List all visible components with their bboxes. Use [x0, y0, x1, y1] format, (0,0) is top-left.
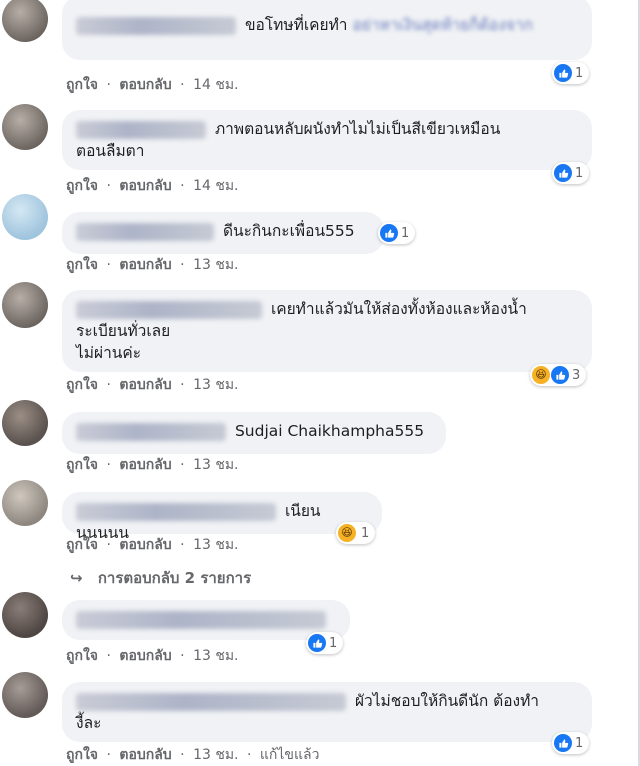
timestamp[interactable]: 13 ชม. [193, 457, 238, 473]
like-link[interactable]: ถูกใจ [66, 257, 98, 273]
reaction-count[interactable]: 😆 1 [336, 522, 376, 544]
comment-text-line2: ระเบียนทั่วเลย [76, 322, 171, 340]
blurred-username [76, 692, 346, 711]
like-link[interactable]: ถูกใจ [66, 537, 98, 553]
reply-link[interactable]: ตอบกลับ [119, 457, 171, 473]
timestamp[interactable]: 13 ชม. [193, 257, 238, 273]
avatar[interactable] [2, 104, 48, 150]
reply-link[interactable]: ตอบกลับ [119, 377, 171, 393]
reply-link[interactable]: ตอบกลับ [119, 747, 171, 763]
blurred-username [76, 120, 206, 139]
comment-text: ขอโทษที่เคยทำ [244, 16, 348, 34]
reply-arrow-icon: ↪ [70, 569, 83, 587]
comment-meta: ถูกใจ · ตอบกลับ · 13 ชม. [66, 648, 239, 664]
like-icon [554, 734, 572, 752]
like-icon [308, 634, 326, 652]
comment-bubble [62, 600, 350, 640]
reply-link[interactable]: ตอบกลับ [119, 648, 171, 664]
blurred-username [76, 610, 326, 629]
comment-text-line2: ตอนลืมตา [76, 142, 145, 160]
avatar[interactable] [2, 672, 48, 718]
comment-bubble: เนียนนนนนน [62, 492, 382, 542]
timestamp[interactable]: 14 ชม. [193, 178, 238, 194]
blurred-username [76, 300, 262, 319]
edited-label: แก้ไขแล้ว [259, 747, 320, 763]
reply-link[interactable]: ตอบกลับ [119, 77, 171, 93]
view-replies-link[interactable]: ↪ การตอบกลับ 2 รายการ [70, 566, 251, 590]
comment-meta: ถูกใจ · ตอบกลับ · 13 ชม. [66, 257, 239, 273]
like-link[interactable]: ถูกใจ [66, 377, 98, 393]
comment-text-line3: ไม่ผ่านค่ะ [76, 344, 142, 362]
comment-text: ผัวไม่ชอบให้กินดีนัก ต้องทำ [354, 692, 540, 710]
reply-link[interactable]: ตอบกลับ [119, 537, 171, 553]
comment-meta: ถูกใจ · ตอบกลับ · 14 ชม. [66, 77, 239, 93]
blurred-username [76, 222, 214, 241]
like-icon [380, 224, 398, 242]
timestamp[interactable]: 13 ชม. [193, 537, 238, 553]
comment-text: ดีนะกินกะเพื่อน555 [222, 222, 355, 240]
like-icon [554, 64, 572, 82]
like-link[interactable]: ถูกใจ [66, 747, 98, 763]
timestamp[interactable]: 14 ชม. [193, 77, 238, 93]
blurred-username [76, 422, 226, 441]
avatar[interactable] [2, 400, 48, 446]
avatar[interactable] [2, 194, 48, 240]
avatar[interactable] [2, 592, 48, 638]
comment-text-tail: อย่าหาเงินสุดท้ายก็ต้องจาก [352, 16, 533, 34]
comment-text: ภาพตอนหลับผนังทำไมไม่เป็นสีเขียวเหมือน [214, 120, 501, 138]
comment-meta: ถูกใจ · ตอบกลับ · 14 ชม. [66, 178, 239, 194]
avatar[interactable] [2, 282, 48, 328]
reaction-count[interactable]: 1 [552, 162, 590, 184]
comment-panel: ขอโทษที่เคยทำ อย่าหาเงินสุดท้ายก็ต้องจาก… [0, 0, 640, 766]
reaction-count[interactable]: 1 [378, 222, 416, 244]
reply-link[interactable]: ตอบกลับ [119, 178, 171, 194]
blurred-username [76, 16, 236, 35]
like-link[interactable]: ถูกใจ [66, 77, 98, 93]
reaction-count[interactable]: 😆 3 [530, 364, 587, 386]
reply-link[interactable]: ตอบกลับ [119, 257, 171, 273]
comment-meta: ถูกใจ · ตอบกลับ · 13 ชม. [66, 377, 239, 393]
like-icon [554, 164, 572, 182]
reaction-count[interactable]: 1 [552, 732, 590, 754]
comment-meta: ถูกใจ · ตอบกลับ · 13 ชม. · แก้ไขแล้ว [66, 747, 320, 763]
haha-icon: 😆 [338, 524, 356, 542]
like-link[interactable]: ถูกใจ [66, 457, 98, 473]
timestamp[interactable]: 13 ชม. [193, 648, 238, 664]
like-icon [551, 366, 569, 384]
comment-text-line2: งี้ละ [76, 714, 102, 732]
comment-bubble: ขอโทษที่เคยทำ อย่าหาเงินสุดท้ายก็ต้องจาก [62, 0, 592, 60]
avatar[interactable] [2, 480, 48, 526]
like-link[interactable]: ถูกใจ [66, 178, 98, 194]
like-link[interactable]: ถูกใจ [66, 648, 98, 664]
comment-text: Sudjai Chaikhampha555 [234, 422, 425, 440]
timestamp[interactable]: 13 ชม. [193, 747, 238, 763]
comment-bubble: ดีนะกินกะเพื่อน555 [62, 212, 384, 254]
comment-bubble: ภาพตอนหลับผนังทำไมไม่เป็นสีเขียวเหมือน ต… [62, 110, 592, 170]
reaction-count[interactable]: 1 [552, 62, 590, 84]
comment-meta: ถูกใจ · ตอบกลับ · 13 ชม. [66, 457, 239, 473]
blurred-username [76, 502, 276, 521]
comment-meta: ถูกใจ · ตอบกลับ · 13 ชม. [66, 537, 239, 553]
comment-bubble: เคยทำแล้วมันให้ส่องทั้งห้องและห้องน้ำ ระ… [62, 290, 592, 372]
comment-bubble: ผัวไม่ชอบให้กินดีนัก ต้องทำ งี้ละ [62, 682, 592, 742]
haha-icon: 😆 [532, 366, 550, 384]
avatar[interactable] [2, 0, 48, 42]
comment-text: เคยทำแล้วมันให้ส่องทั้งห้องและห้องน้ำ [270, 300, 527, 318]
reaction-count[interactable]: 1 [306, 632, 344, 654]
comment-bubble: Sudjai Chaikhampha555 [62, 412, 446, 454]
timestamp[interactable]: 13 ชม. [193, 377, 238, 393]
